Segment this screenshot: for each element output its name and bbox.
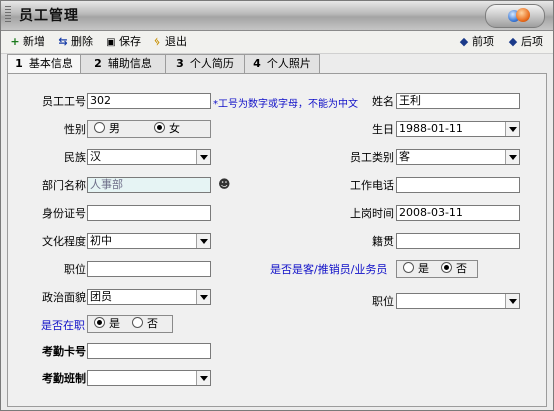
arrow-left-icon: ◆: [459, 35, 469, 48]
gender-male-option[interactable]: 男: [94, 122, 120, 136]
emp-no-hint: *工号为数字或字母，不能为中文: [213, 99, 358, 110]
emp-type-dropdown[interactable]: 客: [396, 149, 520, 165]
attendance-card-label: 考勤卡号: [42, 345, 86, 358]
tab-basic-info[interactable]: 1 基本信息: [7, 54, 81, 74]
attendance-card-input[interactable]: [87, 343, 211, 359]
drag-grip-icon[interactable]: [5, 6, 11, 24]
emp-type-label: 员工类别: [350, 151, 394, 164]
radio-empty-icon: [94, 122, 105, 133]
political-dropdown[interactable]: 团员: [87, 289, 211, 305]
arrow-right-icon: ◆: [508, 35, 518, 48]
window-title: 员工管理: [19, 8, 79, 24]
delete-button[interactable]: ⇆ 删除: [57, 35, 93, 49]
save-button[interactable]: ▣ 保存: [105, 35, 141, 49]
ethnicity-label: 民族: [64, 151, 86, 164]
chevron-down-icon[interactable]: [505, 150, 519, 164]
toolbar: + 新增 ⇆ 删除 ▣ 保存 ᛃ 退出 ◆ 前项 ◆ 后项: [1, 31, 553, 54]
chevron-down-icon[interactable]: [196, 150, 210, 164]
ethnicity-value: 汉: [90, 150, 101, 163]
dept-label: 部门名称: [42, 179, 86, 192]
on-job-label: 是否在职: [41, 319, 85, 332]
employee-window: 员工管理 + 新增 ⇆ 删除 ▣ 保存 ᛃ 退出 ◆ 前项 ◆ 后项 1 基本信息 2 辅助信息…: [0, 0, 554, 411]
title-bar[interactable]: 员工管理: [1, 1, 553, 31]
emp-type-value: 客: [399, 150, 410, 163]
window-controls[interactable]: [485, 4, 545, 28]
next-button[interactable]: ◆ 后项: [507, 35, 543, 49]
people-lookup-icon[interactable]: ☻: [218, 177, 231, 191]
exit-button[interactable]: ᛃ 退出: [151, 35, 187, 49]
emp-no-input[interactable]: 302: [87, 93, 211, 109]
radio-checked-icon: [441, 262, 452, 273]
chevron-down-icon[interactable]: [505, 294, 519, 308]
political-value: 团员: [90, 290, 112, 303]
name-input[interactable]: 王利: [396, 93, 520, 109]
position-label: 职位: [64, 263, 86, 276]
is-sales-no-option[interactable]: 否: [441, 262, 467, 276]
education-label: 文化程度: [42, 235, 86, 248]
delete-list-icon: ⇆: [58, 35, 68, 48]
gender-female-option[interactable]: 女: [154, 122, 180, 136]
tab-resume[interactable]: 3 个人简历: [165, 54, 245, 73]
birthday-value: 1988-01-11: [399, 122, 463, 135]
is-sales-label: 是否是客/推销员/业务员: [270, 263, 388, 276]
dept-input[interactable]: 人事部: [87, 177, 211, 193]
birthday-dropdown[interactable]: 1988-01-11: [396, 121, 520, 137]
add-button[interactable]: + 新增: [9, 35, 45, 49]
native-place-label: 籍贯: [372, 235, 394, 248]
running-man-icon: ᛃ: [153, 35, 161, 48]
is-sales-yes-option[interactable]: 是: [403, 262, 429, 276]
gender-label: 性别: [64, 123, 86, 136]
on-job-yes-option[interactable]: 是: [94, 317, 120, 331]
ethnicity-dropdown[interactable]: 汉: [87, 149, 211, 165]
radio-checked-icon: [94, 317, 105, 328]
native-place-input[interactable]: [396, 233, 520, 249]
is-sales-radio-group: 是 否: [396, 260, 478, 278]
basic-info-panel: 员工工号 302 *工号为数字或字母，不能为中文 姓名 王利 性别 男 女 生日…: [7, 73, 547, 407]
birthday-label: 生日: [372, 123, 394, 136]
chevron-down-icon[interactable]: [505, 122, 519, 136]
chevron-down-icon[interactable]: [196, 290, 210, 304]
position-input[interactable]: [87, 261, 211, 277]
radio-checked-icon: [154, 122, 165, 133]
tab-aux-info[interactable]: 2 辅助信息: [80, 54, 166, 73]
hire-date-label: 上岗时间: [350, 207, 394, 220]
radio-empty-icon: [403, 262, 414, 273]
prev-button[interactable]: ◆ 前项: [458, 35, 494, 49]
plus-icon: +: [10, 35, 20, 48]
work-phone-label: 工作电话: [350, 179, 394, 192]
tab-photo[interactable]: 4 个人照片: [244, 54, 320, 73]
emp-no-label: 员工工号: [42, 95, 86, 108]
gender-radio-group: 男 女: [87, 120, 211, 138]
id-no-label: 身份证号: [42, 207, 86, 220]
id-no-input[interactable]: [87, 205, 211, 221]
work-phone-input[interactable]: [396, 177, 520, 193]
chevron-down-icon[interactable]: [196, 371, 210, 385]
radio-empty-icon: [132, 317, 143, 328]
education-value: 初中: [90, 234, 112, 247]
education-dropdown[interactable]: 初中: [87, 233, 211, 249]
position2-label: 职位: [372, 295, 394, 308]
on-job-no-option[interactable]: 否: [132, 317, 158, 331]
name-label: 姓名: [372, 95, 394, 108]
on-job-radio-group: 是 否: [87, 315, 173, 333]
close-ball-icon[interactable]: [516, 8, 530, 22]
attendance-shift-label: 考勤班制: [42, 372, 86, 385]
chevron-down-icon[interactable]: [196, 234, 210, 248]
attendance-shift-dropdown[interactable]: [87, 370, 211, 386]
position2-dropdown[interactable]: [396, 293, 520, 309]
hire-date-input[interactable]: 2008-03-11: [396, 205, 520, 221]
political-label: 政治面貌: [42, 291, 86, 304]
floppy-icon: ▣: [106, 37, 116, 48]
